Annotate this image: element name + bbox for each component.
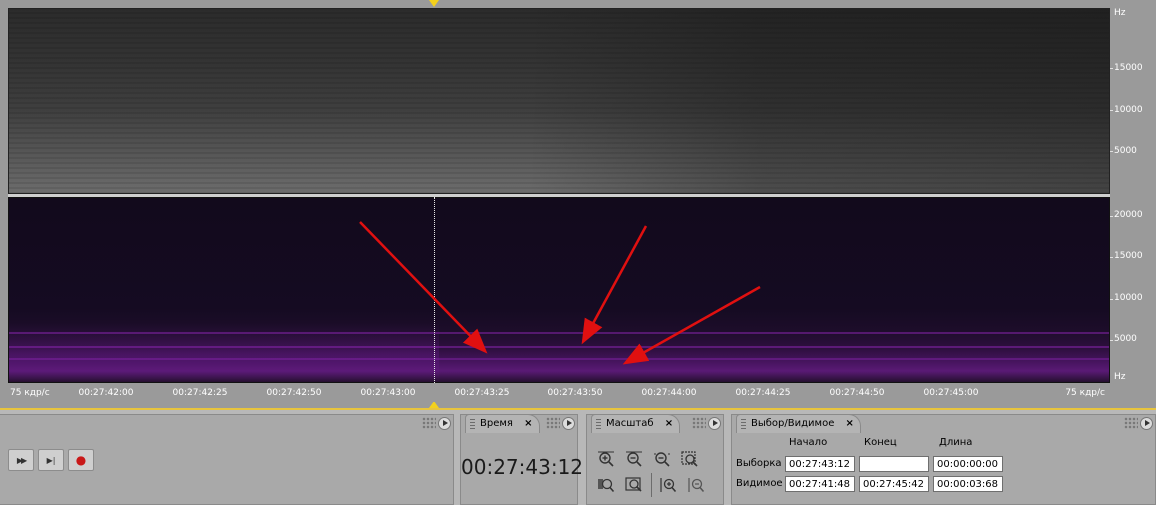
time-tick-label: 00:27:42:00 bbox=[78, 388, 134, 398]
hz-axis-label: 15000 bbox=[1114, 63, 1143, 73]
zoom-in-horizontal-icon bbox=[598, 451, 614, 467]
time-tick-label: 00:27:43:50 bbox=[547, 388, 603, 398]
time-tick-label: 00:27:42:50 bbox=[266, 388, 322, 398]
time-tick-label: 00:27:45:00 bbox=[923, 388, 979, 398]
left-channel-spectrogram[interactable] bbox=[8, 8, 1110, 194]
zoom-in-vertical-button[interactable] bbox=[657, 475, 679, 495]
zoom-out-horizontal-button[interactable] bbox=[623, 449, 645, 469]
zoom-in-vertical-icon bbox=[660, 478, 677, 493]
zoom-to-right-icon bbox=[625, 477, 642, 492]
hz-axis-label: Hz bbox=[1114, 372, 1126, 382]
hz-axis-label: 20000 bbox=[1114, 210, 1143, 220]
time-tick-label: 00:27:44:25 bbox=[735, 388, 791, 398]
view-length-field[interactable]: 00:00:03:68 bbox=[933, 476, 1003, 492]
view-end-field[interactable]: 00:27:45:42 bbox=[859, 476, 929, 492]
zoom-out-vertical-button[interactable] bbox=[685, 475, 707, 495]
current-time-display[interactable]: 00:27:43:12 bbox=[461, 455, 583, 479]
selection-end-field[interactable] bbox=[859, 456, 929, 472]
zoom-in-horizontal-button[interactable] bbox=[595, 449, 617, 469]
panel-grip-icon[interactable] bbox=[692, 417, 706, 429]
skip-to-end-icon: ▶| bbox=[46, 455, 56, 465]
right-channel-spectrogram[interactable] bbox=[8, 197, 1110, 383]
transport-panel: ▶▶ ▶| ● bbox=[0, 414, 454, 505]
close-icon[interactable]: × bbox=[665, 418, 673, 429]
record-icon: ● bbox=[75, 453, 87, 467]
time-panel: Время × 00:27:43:12 bbox=[460, 414, 583, 505]
zoom-selection-icon bbox=[681, 451, 698, 467]
column-header-start: Начало bbox=[789, 437, 828, 448]
selection-start-field[interactable]: 00:27:43:12 bbox=[785, 456, 855, 472]
panel-grip-icon[interactable] bbox=[422, 417, 436, 429]
panel-menu-button[interactable] bbox=[1140, 416, 1153, 430]
fast-forward-button[interactable]: ▶▶ bbox=[8, 449, 34, 471]
panel-menu-button[interactable] bbox=[438, 416, 451, 430]
zoom-out-horizontal-icon bbox=[626, 451, 642, 467]
tab-time[interactable]: Время × bbox=[465, 414, 540, 433]
frame-rate-label: 75 кдр/с bbox=[10, 388, 50, 398]
selection-length-field[interactable]: 00:00:00:00 bbox=[933, 456, 1003, 472]
tab-zoom[interactable]: Масштаб × bbox=[591, 414, 681, 433]
row-label-view: Видимое bbox=[736, 478, 783, 489]
record-button[interactable]: ● bbox=[68, 449, 94, 471]
playhead-bottom-marker[interactable] bbox=[429, 401, 439, 408]
hz-axis-label: 10000 bbox=[1114, 293, 1143, 303]
tab-selection-view[interactable]: Выбор/Видимое × bbox=[736, 414, 861, 433]
time-tick-label: 00:27:42:25 bbox=[172, 388, 228, 398]
time-tick-label: 00:27:44:50 bbox=[829, 388, 885, 398]
frame-rate-label: 75 кдр/с bbox=[1065, 388, 1105, 398]
zoom-panel: Масштаб × bbox=[586, 414, 724, 505]
column-header-end: Конец bbox=[864, 437, 897, 448]
tab-zoom-label: Масштаб bbox=[606, 418, 654, 429]
time-ruler[interactable]: 75 кдр/с 00:27:42:00 00:27:42:25 00:27:4… bbox=[0, 384, 1110, 402]
time-tick-label: 00:27:43:00 bbox=[360, 388, 416, 398]
hz-axis-label: 15000 bbox=[1114, 251, 1143, 261]
row-label-selection: Выборка bbox=[736, 458, 782, 469]
zoom-selection-button[interactable] bbox=[679, 449, 701, 469]
tab-selection-view-label: Выбор/Видимое bbox=[751, 418, 835, 429]
go-to-end-button[interactable]: ▶| bbox=[38, 449, 64, 471]
zoom-to-right-button[interactable] bbox=[623, 475, 645, 495]
zoom-to-left-button[interactable] bbox=[595, 475, 617, 495]
hz-axis-label: Hz bbox=[1114, 8, 1126, 18]
spectral-frequency-display[interactable]: Hz 15000 10000 5000 20000 15000 10000 50… bbox=[0, 0, 1156, 408]
audition-window: Hz 15000 10000 5000 20000 15000 10000 50… bbox=[0, 0, 1156, 505]
panel-grip-icon[interactable] bbox=[1124, 417, 1138, 429]
hz-axis-label: 5000 bbox=[1114, 146, 1137, 156]
column-header-length: Длина bbox=[939, 437, 973, 448]
fast-forward-icon: ▶▶ bbox=[16, 455, 27, 465]
panel-menu-button[interactable] bbox=[562, 416, 575, 430]
zoom-out-full-icon bbox=[654, 452, 670, 467]
panel-menu-button[interactable] bbox=[708, 416, 721, 430]
close-icon[interactable]: × bbox=[846, 418, 854, 429]
tab-time-label: Время bbox=[480, 418, 513, 429]
frequency-axis-bottom: 20000 15000 10000 5000 Hz bbox=[1110, 197, 1156, 383]
time-tick-label: 00:27:43:25 bbox=[454, 388, 510, 398]
playhead-cursor[interactable] bbox=[434, 197, 435, 383]
hz-axis-label: 10000 bbox=[1114, 105, 1143, 115]
close-icon[interactable]: × bbox=[524, 418, 532, 429]
time-tick-label: 00:27:44:00 bbox=[641, 388, 697, 398]
hz-axis-label: 5000 bbox=[1114, 334, 1137, 344]
frequency-axis-top: Hz 15000 10000 5000 bbox=[1110, 8, 1156, 194]
zoom-to-left-icon bbox=[598, 478, 615, 493]
playhead-top-marker[interactable] bbox=[429, 0, 439, 7]
zoom-out-full-button[interactable] bbox=[651, 449, 673, 469]
zoom-out-vertical-icon bbox=[688, 478, 705, 493]
panel-grip-icon[interactable] bbox=[546, 417, 560, 429]
view-start-field[interactable]: 00:27:41:48 bbox=[785, 476, 855, 492]
selection-view-panel: Выбор/Видимое × Начало Конец Длина Выбор… bbox=[731, 414, 1156, 505]
bottom-panels: ▶▶ ▶| ● Время × 00:27:43:12 Масштаб × Вы… bbox=[0, 408, 1156, 505]
